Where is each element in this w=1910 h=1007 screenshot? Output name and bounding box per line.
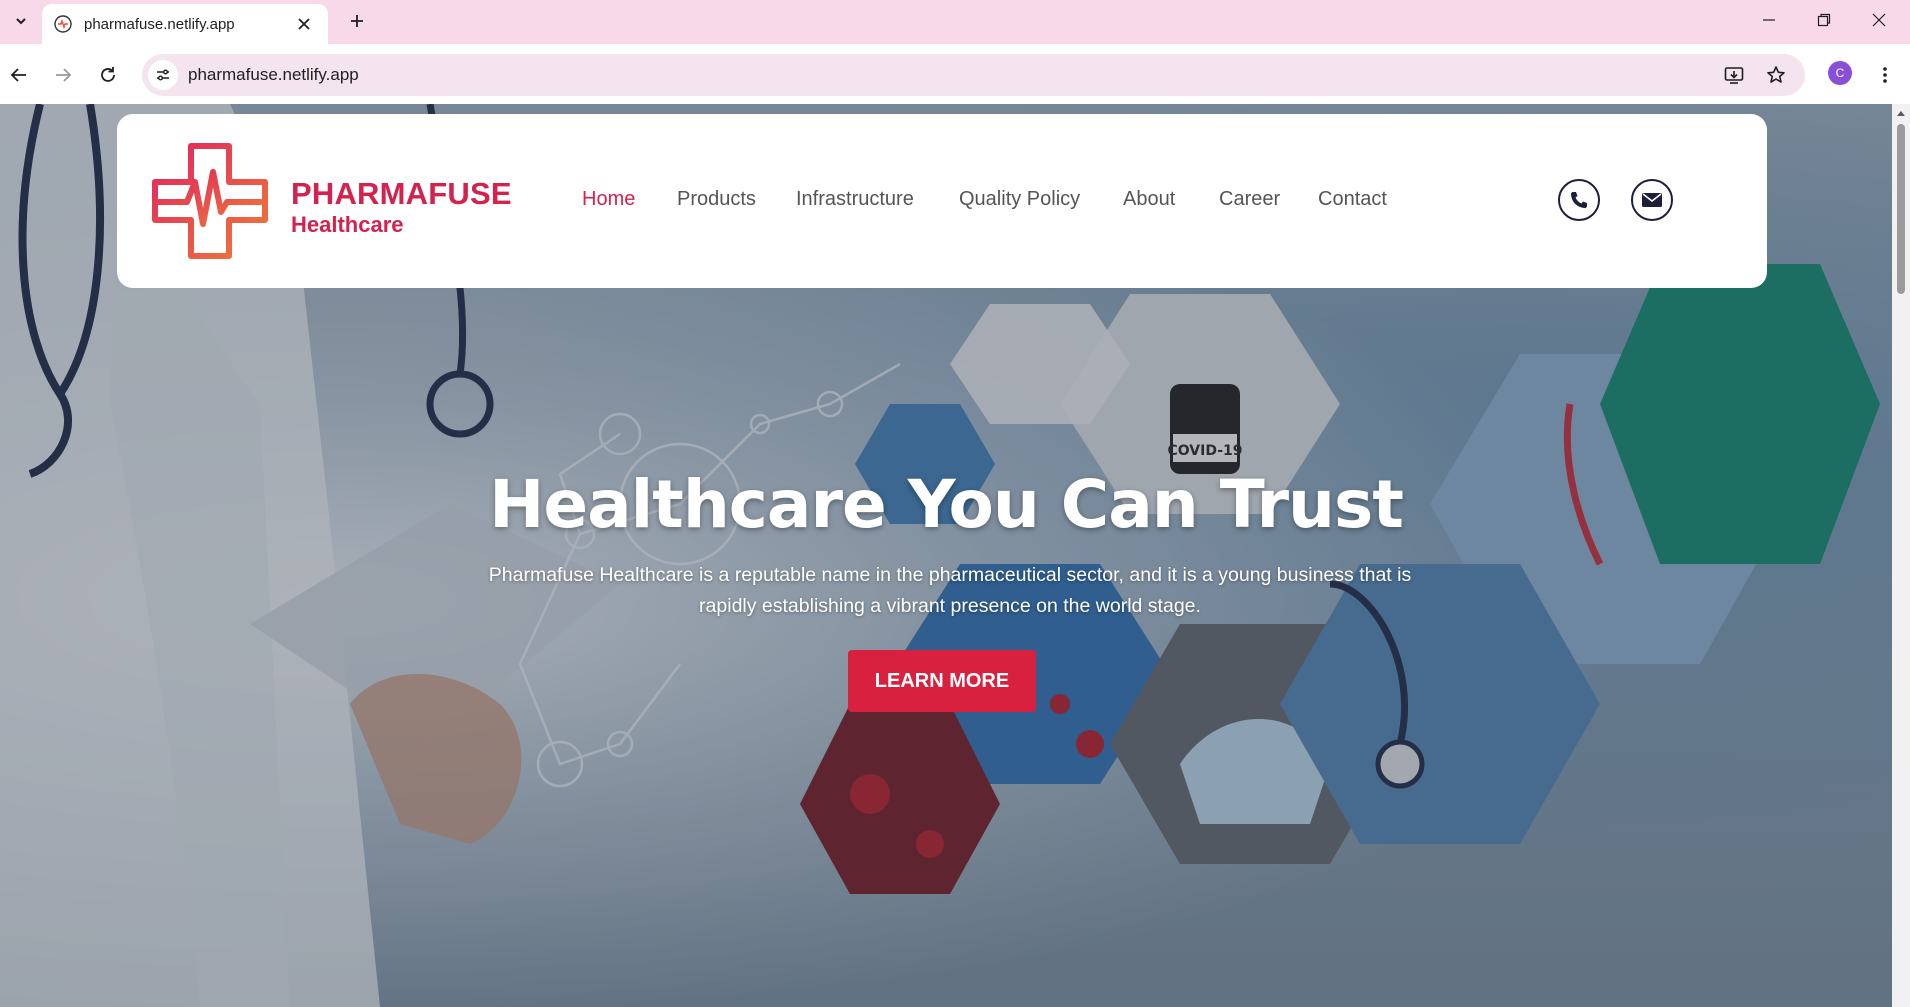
nav-infrastructure[interactable]: Infrastructure [796,188,914,211]
tab-title: pharmafuse.netlify.app [84,15,235,33]
install-app-button[interactable] [1722,63,1746,87]
nav-about[interactable]: About [1123,188,1175,211]
back-icon [10,68,26,82]
window-close-button[interactable] [1852,0,1906,40]
restore-icon [1817,13,1831,27]
close-icon [298,18,310,30]
install-app-icon [1724,67,1744,84]
minimize-icon [1763,19,1775,21]
reload-button[interactable] [93,60,123,90]
main-nav: Home Products Infrastructure Quality Pol… [117,114,1767,288]
nav-contact[interactable]: Contact [1318,188,1387,211]
window-close-icon [1872,13,1886,27]
scroll-up-arrow-icon[interactable] [1896,108,1906,118]
page-scrollbar[interactable] [1892,104,1910,1007]
address-bar[interactable]: pharmafuse.netlify.app [142,54,1805,96]
tab-search-button[interactable] [6,6,36,36]
plus-icon [351,15,363,27]
forward-icon [56,68,72,82]
browser-menu-button[interactable] [1870,60,1900,90]
forward-button[interactable] [48,60,78,90]
minimize-button[interactable] [1742,0,1796,40]
learn-more-button[interactable]: LEARN MORE [848,650,1036,712]
site-info-button[interactable] [148,60,178,90]
nav-quality-policy[interactable]: Quality Policy [959,188,1080,211]
url-text[interactable]: pharmafuse.netlify.app [188,65,359,85]
reload-icon [101,67,115,82]
hero-title: Healthcare You Can Trust [489,466,1404,543]
tab-strip: pharmafuse.netlify.app [0,0,1910,44]
nav-home[interactable]: Home [582,188,635,211]
nav-career[interactable]: Career [1219,188,1280,211]
hero-description: Pharmafuse Healthcare is a reputable nam… [488,564,1412,617]
email-button[interactable] [1631,179,1673,221]
back-button[interactable] [4,60,34,90]
browser-toolbar: pharmafuse.netlify.app C [0,44,1910,104]
new-tab-button[interactable] [342,6,372,36]
scroll-thumb[interactable] [1897,124,1905,294]
favicon-icon [54,15,72,33]
mail-icon [1642,193,1662,207]
phone-button[interactable] [1558,179,1600,221]
profile-avatar[interactable]: C [1828,61,1852,85]
star-icon [1767,66,1785,83]
chevron-down-icon [16,18,26,25]
kebab-icon [1883,67,1887,83]
site-info-icon [157,69,169,81]
site-header: PHARMAFUSE Healthcare Home Products Infr… [117,114,1767,288]
phone-icon [1571,192,1587,208]
tab-close-button[interactable] [292,12,316,36]
nav-products[interactable]: Products [677,188,756,211]
browser-tab-active[interactable]: pharmafuse.netlify.app [42,4,328,44]
restore-button[interactable] [1797,0,1851,40]
page-viewport: COVID-19 PHARMAFUSE Healthcare Home Prod… [0,104,1892,1007]
bookmark-star-button[interactable] [1764,63,1788,87]
